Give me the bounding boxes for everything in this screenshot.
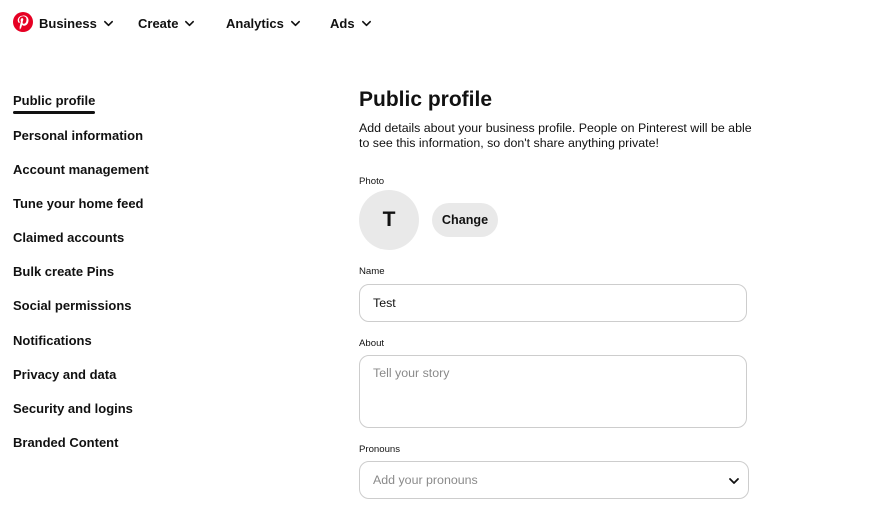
name-label: Name [359,266,385,277]
pinterest-logo-icon[interactable] [13,12,33,32]
top-navigation: Business Create Analytics Ads [0,0,873,44]
nav-business-menu[interactable]: Business [39,14,114,32]
sidebar-item-social-permissions[interactable]: Social permissions [13,298,132,313]
about-textarea[interactable] [359,355,747,428]
chevron-down-icon [103,20,113,26]
sidebar-item-tune-home-feed[interactable]: Tune your home feed [13,196,144,211]
chevron-down-icon [361,20,371,26]
sidebar-item-personal-information[interactable]: Personal information [13,128,143,143]
sidebar-item-notifications[interactable]: Notifications [13,333,92,348]
sidebar-item-bulk-create-pins[interactable]: Bulk create Pins [13,264,114,279]
nav-create-label: Create [138,15,179,31]
name-field[interactable] [359,284,747,322]
pronouns-label: Pronouns [359,444,401,455]
pronouns-placeholder: Add your pronouns [373,473,478,487]
sidebar-item-security-and-logins[interactable]: Security and logins [13,401,133,416]
avatar-initial: T [382,208,396,231]
photo-label: Photo [359,176,385,187]
nav-analytics-menu[interactable]: Analytics [226,14,301,32]
chevron-down-icon [729,478,739,484]
page-description: Add details about your business profile.… [359,121,752,150]
page-title: Public profile [359,88,493,111]
sidebar-item-branded-content[interactable]: Branded Content [13,435,118,450]
nav-ads-label: Ads [330,15,355,31]
nav-business-label: Business [39,15,97,31]
sidebar-item-privacy-and-data[interactable]: Privacy and data [13,367,116,382]
chevron-down-icon [185,20,195,26]
nav-ads-menu[interactable]: Ads [330,14,372,32]
sidebar-item-claimed-accounts[interactable]: Claimed accounts [13,230,124,245]
chevron-down-icon [290,20,300,26]
avatar: T [359,190,419,250]
nav-analytics-label: Analytics [226,15,284,31]
nav-create-menu[interactable]: Create [138,14,195,32]
sidebar-item-account-management[interactable]: Account management [13,162,149,177]
sidebar-item-public-profile[interactable]: Public profile [13,93,96,114]
change-photo-button[interactable]: Change [432,203,498,237]
about-label: About [359,338,385,349]
pronouns-select[interactable]: Add your pronouns [359,461,749,499]
